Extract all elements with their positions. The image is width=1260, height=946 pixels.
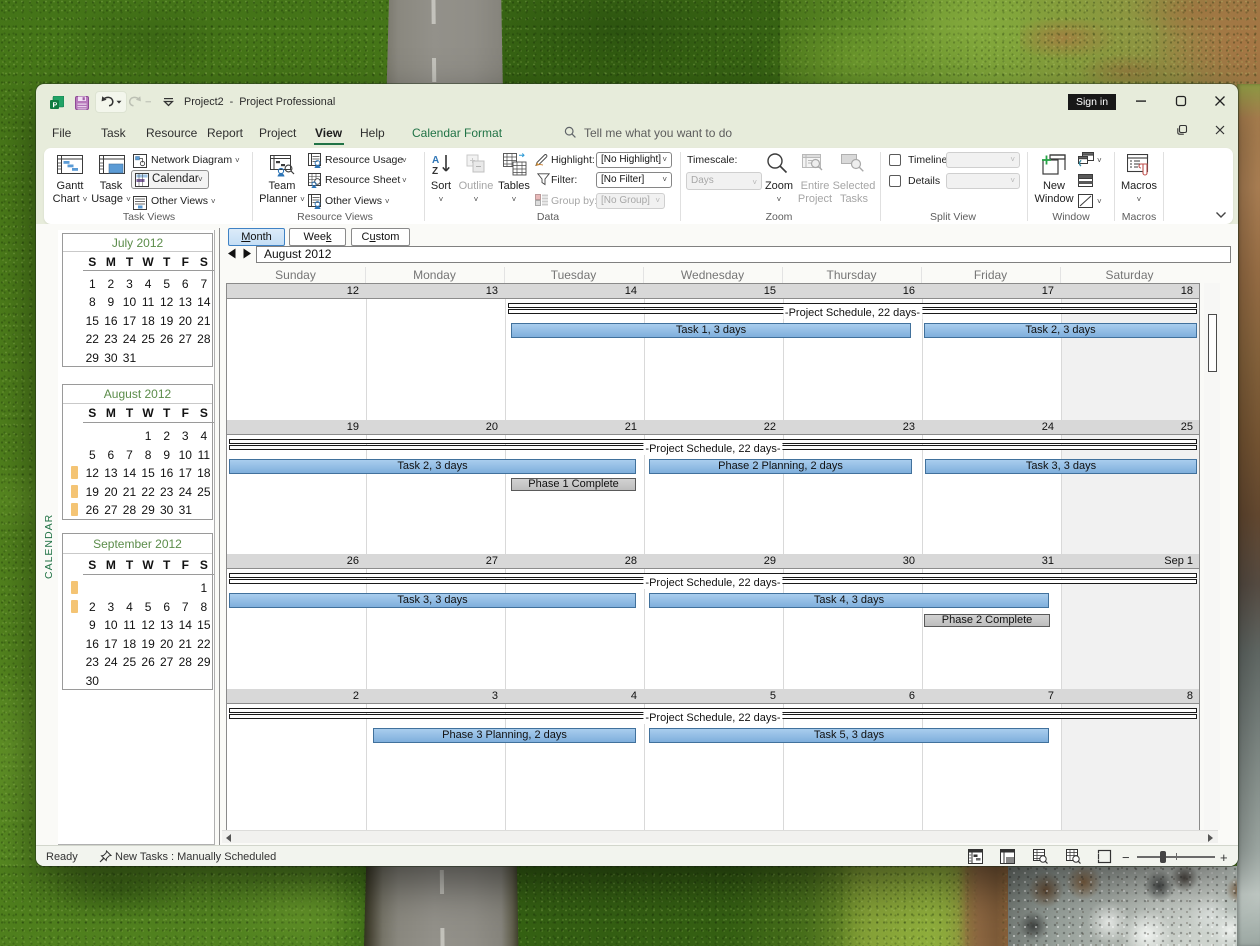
svg-text:Z: Z bbox=[432, 166, 438, 176]
svg-text:A: A bbox=[432, 155, 439, 166]
